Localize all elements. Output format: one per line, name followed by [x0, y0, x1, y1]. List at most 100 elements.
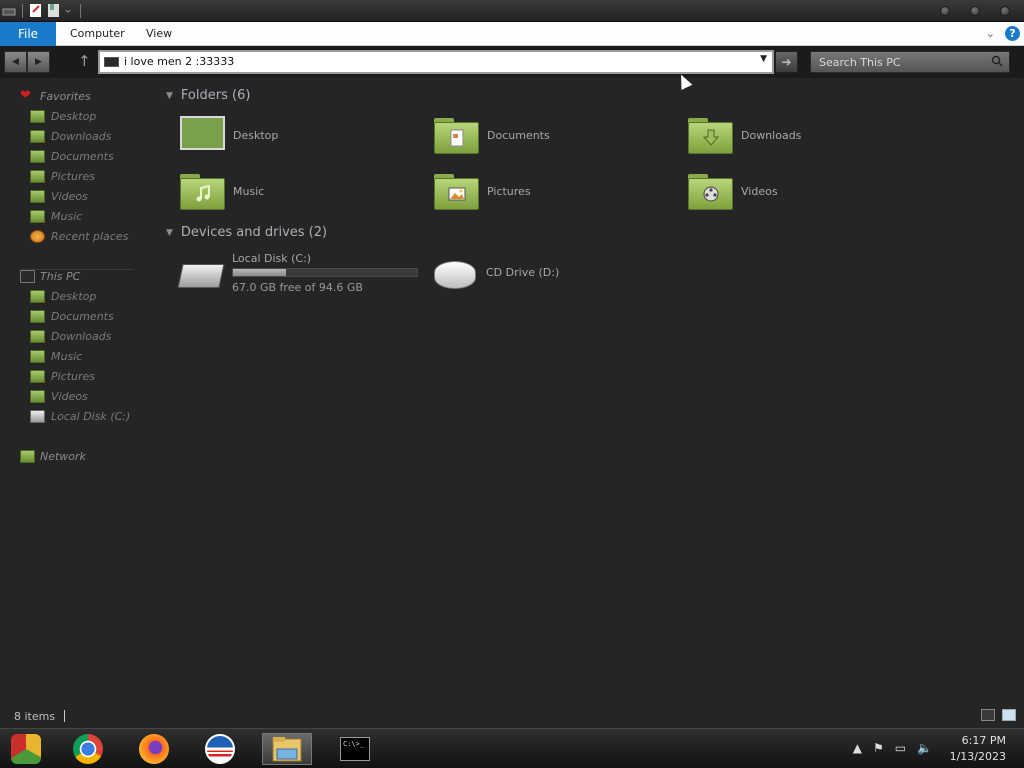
address-bar[interactable]: i love men 2 :33333 ▼	[98, 50, 774, 74]
folder-music[interactable]: Music	[180, 172, 264, 210]
nav-pc-videos[interactable]: Videos	[30, 390, 88, 403]
up-arrow-icon[interactable]: ↑	[78, 52, 91, 70]
nav-fav-pictures[interactable]: Pictures	[30, 170, 95, 183]
drive-local-disk-c[interactable]: Local Disk (C:) 67.0 GB free of 94.6 GB	[177, 252, 418, 294]
customize-toolbar-icon[interactable]	[65, 3, 74, 18]
search-input[interactable]	[811, 52, 985, 72]
file-explorer-icon[interactable]	[262, 733, 312, 765]
folder-documents[interactable]: Documents	[434, 116, 550, 154]
nav-pc-documents[interactable]: Documents	[30, 310, 114, 323]
cd-drive-icon	[434, 255, 478, 289]
address-path[interactable]: i love men 2 :33333	[124, 54, 234, 70]
nav-fav-music[interactable]: Music	[30, 210, 82, 223]
cmd-window-glyph: C:\>_	[340, 737, 370, 761]
nav-pc-local-disk[interactable]: Local Disk (C:)	[30, 410, 130, 423]
navigation-pane: ❤ Favorites Desktop Downloads Documents …	[0, 80, 150, 700]
downloads-folder-icon	[30, 330, 45, 343]
properties-icon[interactable]	[29, 3, 43, 18]
folders-group-header[interactable]: ▼ Folders (6)	[166, 88, 250, 103]
folder-desktop[interactable]: Desktop	[180, 116, 278, 154]
nav-fav-videos[interactable]: Videos	[30, 190, 88, 203]
ribbon-tabs: File Computer View ⌄ ?	[0, 22, 1024, 46]
nav-fav-downloads[interactable]: Downloads	[30, 130, 111, 143]
search-box[interactable]	[810, 51, 1010, 73]
drive-cd-d[interactable]: CD Drive (D:)	[434, 255, 559, 289]
documents-folder-icon	[434, 116, 479, 154]
volume-icon[interactable]: 🔈	[917, 741, 932, 755]
tab-view[interactable]: View	[146, 22, 172, 46]
new-folder-icon[interactable]	[47, 3, 61, 18]
close-button[interactable]	[1000, 6, 1010, 16]
obama-logo-icon[interactable]	[204, 733, 236, 765]
pictures-folder-icon	[434, 172, 479, 210]
nav-pc-music[interactable]: Music	[30, 350, 82, 363]
minimize-button[interactable]	[940, 6, 950, 16]
forward-button[interactable]: ▶	[27, 51, 50, 73]
system-menu-icon[interactable]	[2, 3, 16, 18]
music-folder-icon	[180, 172, 225, 210]
firefox-icon[interactable]	[138, 733, 170, 765]
network-status-icon[interactable]: ▭	[895, 741, 906, 755]
expand-ribbon-icon[interactable]: ⌄	[986, 27, 995, 40]
action-center-flag-icon[interactable]: ⚑	[873, 741, 884, 755]
nav-network[interactable]: Network	[20, 450, 86, 463]
nav-item-label: Recent places	[51, 230, 129, 243]
heart-icon: ❤	[20, 88, 31, 103]
chrome-icon[interactable]	[72, 733, 104, 765]
videos-folder-icon	[688, 172, 733, 210]
collapse-chevron-icon[interactable]: ▼	[166, 91, 173, 101]
chrome-canary-icon[interactable]	[10, 733, 42, 765]
tab-file[interactable]: File	[0, 22, 56, 46]
collapse-chevron-icon[interactable]: ▼	[166, 228, 173, 238]
nav-item-label: Local Disk (C:)	[51, 410, 131, 423]
nav-favorites[interactable]: ❤ Favorites	[20, 88, 91, 103]
nav-this-pc[interactable]: This PC	[20, 270, 80, 283]
details-view-icon[interactable]	[981, 709, 995, 721]
folder-label: Desktop	[233, 128, 279, 142]
nav-item-label: Downloads	[51, 330, 112, 343]
nav-item-label: Documents	[51, 310, 114, 323]
status-divider	[64, 710, 65, 722]
nav-fav-desktop[interactable]: Desktop	[30, 110, 96, 123]
folder-label: Documents	[487, 128, 550, 142]
address-dropdown-icon[interactable]: ▼	[760, 54, 767, 64]
folder-pictures[interactable]: Pictures	[434, 172, 531, 210]
large-icons-view-icon[interactable]	[1002, 709, 1016, 721]
nav-fav-recent-places[interactable]: Recent places	[30, 230, 128, 243]
command-prompt-icon[interactable]: C:\>_	[338, 733, 372, 765]
maximize-button[interactable]	[970, 6, 980, 16]
videos-folder-icon	[30, 390, 45, 403]
navigation-buttons: ◀ ▶	[4, 51, 50, 73]
folder-downloads[interactable]: Downloads	[688, 116, 801, 154]
this-pc-icon	[104, 57, 119, 67]
ribbon-right-controls: ⌄ ?	[986, 26, 1020, 41]
tab-computer[interactable]: Computer	[70, 22, 125, 46]
nav-item-label: Music	[51, 350, 83, 363]
folder-label: Downloads	[741, 128, 802, 142]
go-button[interactable]: ➜	[775, 51, 798, 73]
nav-item-label: Downloads	[51, 130, 112, 143]
devices-group-header[interactable]: ▼ Devices and drives (2)	[166, 225, 327, 240]
nav-pc-pictures[interactable]: Pictures	[30, 370, 95, 383]
back-button[interactable]: ◀	[4, 51, 27, 73]
help-icon[interactable]: ?	[1005, 26, 1020, 41]
drive-usage-fill	[233, 269, 287, 276]
nav-fav-documents[interactable]: Documents	[30, 150, 114, 163]
address-row: ◀ ▶ ↑ i love men 2 :33333 ▼ ➜	[0, 46, 1024, 78]
music-folder-icon	[30, 350, 45, 363]
nav-pc-desktop[interactable]: Desktop	[30, 290, 96, 303]
folder-videos[interactable]: Videos	[688, 172, 778, 210]
quick-access-toolbar	[2, 3, 83, 18]
nav-pc-downloads[interactable]: Downloads	[30, 330, 111, 343]
show-hidden-icons-icon[interactable]: ▲	[853, 741, 862, 755]
hard-drive-icon	[177, 256, 225, 290]
nav-item-label: Desktop	[51, 290, 97, 303]
drive-name: Local Disk (C:)	[232, 252, 312, 265]
status-bar: 8 items	[0, 706, 1024, 728]
desktop-icon	[30, 110, 45, 123]
search-icon[interactable]	[991, 55, 1003, 67]
clock[interactable]: 6:17 PM 1/13/2023	[950, 733, 1006, 765]
view-buttons	[981, 709, 1016, 721]
documents-folder-icon	[30, 310, 45, 323]
documents-folder-icon	[30, 150, 45, 163]
